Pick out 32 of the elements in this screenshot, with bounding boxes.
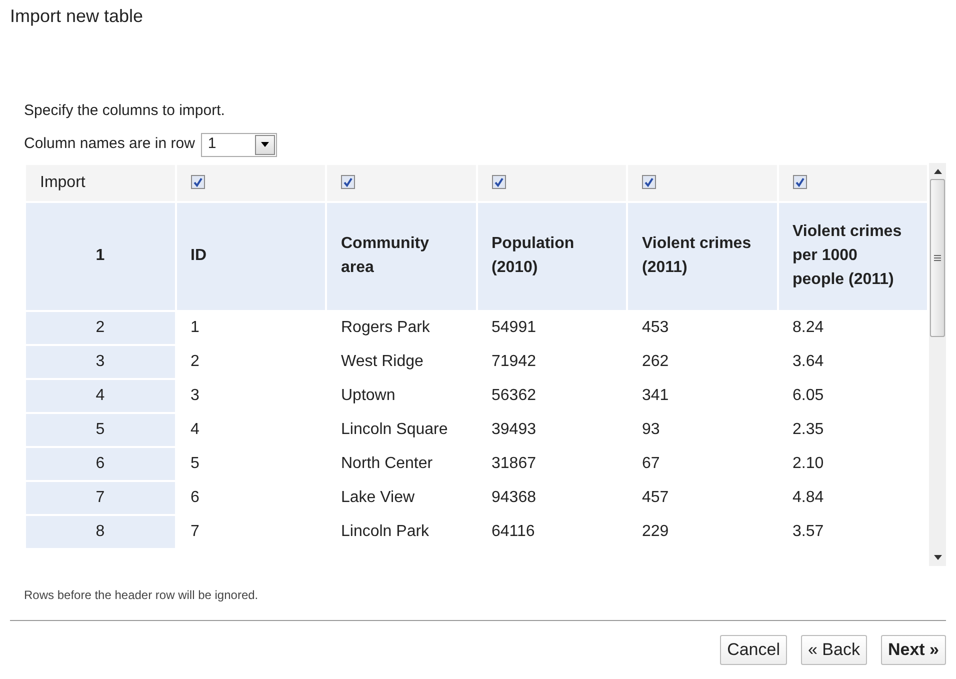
next-button[interactable]: Next »	[880, 634, 946, 664]
nav-button[interactable]: « Back	[800, 634, 867, 664]
column-header: Population (2010)	[476, 202, 627, 310]
import-checkbox[interactable]	[792, 174, 806, 188]
import-checkbox[interactable]	[341, 174, 355, 188]
column-header: ID	[176, 202, 326, 310]
column-header: Community area	[326, 202, 476, 310]
row-number: 3	[25, 344, 176, 378]
row-number: 4	[25, 378, 176, 412]
instruction-text: Specify the columns to import.	[24, 101, 226, 121]
import-checkbox[interactable]	[190, 174, 204, 188]
dropdown-arrow-icon	[260, 142, 269, 147]
scroll-down-icon[interactable]	[934, 554, 942, 560]
nav-button[interactable]: Cancel	[720, 634, 787, 664]
row-number: 5	[25, 412, 176, 446]
column-header: Violent crimes per 1000 people (2011)	[778, 202, 928, 310]
hint-text: Rows before the header row will be ignored.	[24, 586, 260, 604]
scrollbar[interactable]	[929, 162, 946, 566]
page-title: Import new table	[9, 5, 144, 28]
scroll-up-icon[interactable]	[934, 168, 942, 174]
row-number: 8	[25, 514, 176, 548]
row-number: 7	[25, 480, 176, 514]
column-header: Violent crimes (2011)	[627, 202, 778, 310]
header-row-select[interactable]: 1	[200, 132, 277, 156]
row-number: 6	[25, 446, 176, 480]
row-number: 2	[25, 310, 176, 344]
header-row-label: Column names are in row	[24, 134, 195, 154]
import-checkbox[interactable]	[492, 174, 506, 188]
import-label: Import	[25, 164, 176, 202]
import-checkbox[interactable]	[642, 174, 656, 188]
row-number: 1	[25, 202, 176, 310]
grip-icon	[934, 254, 941, 260]
